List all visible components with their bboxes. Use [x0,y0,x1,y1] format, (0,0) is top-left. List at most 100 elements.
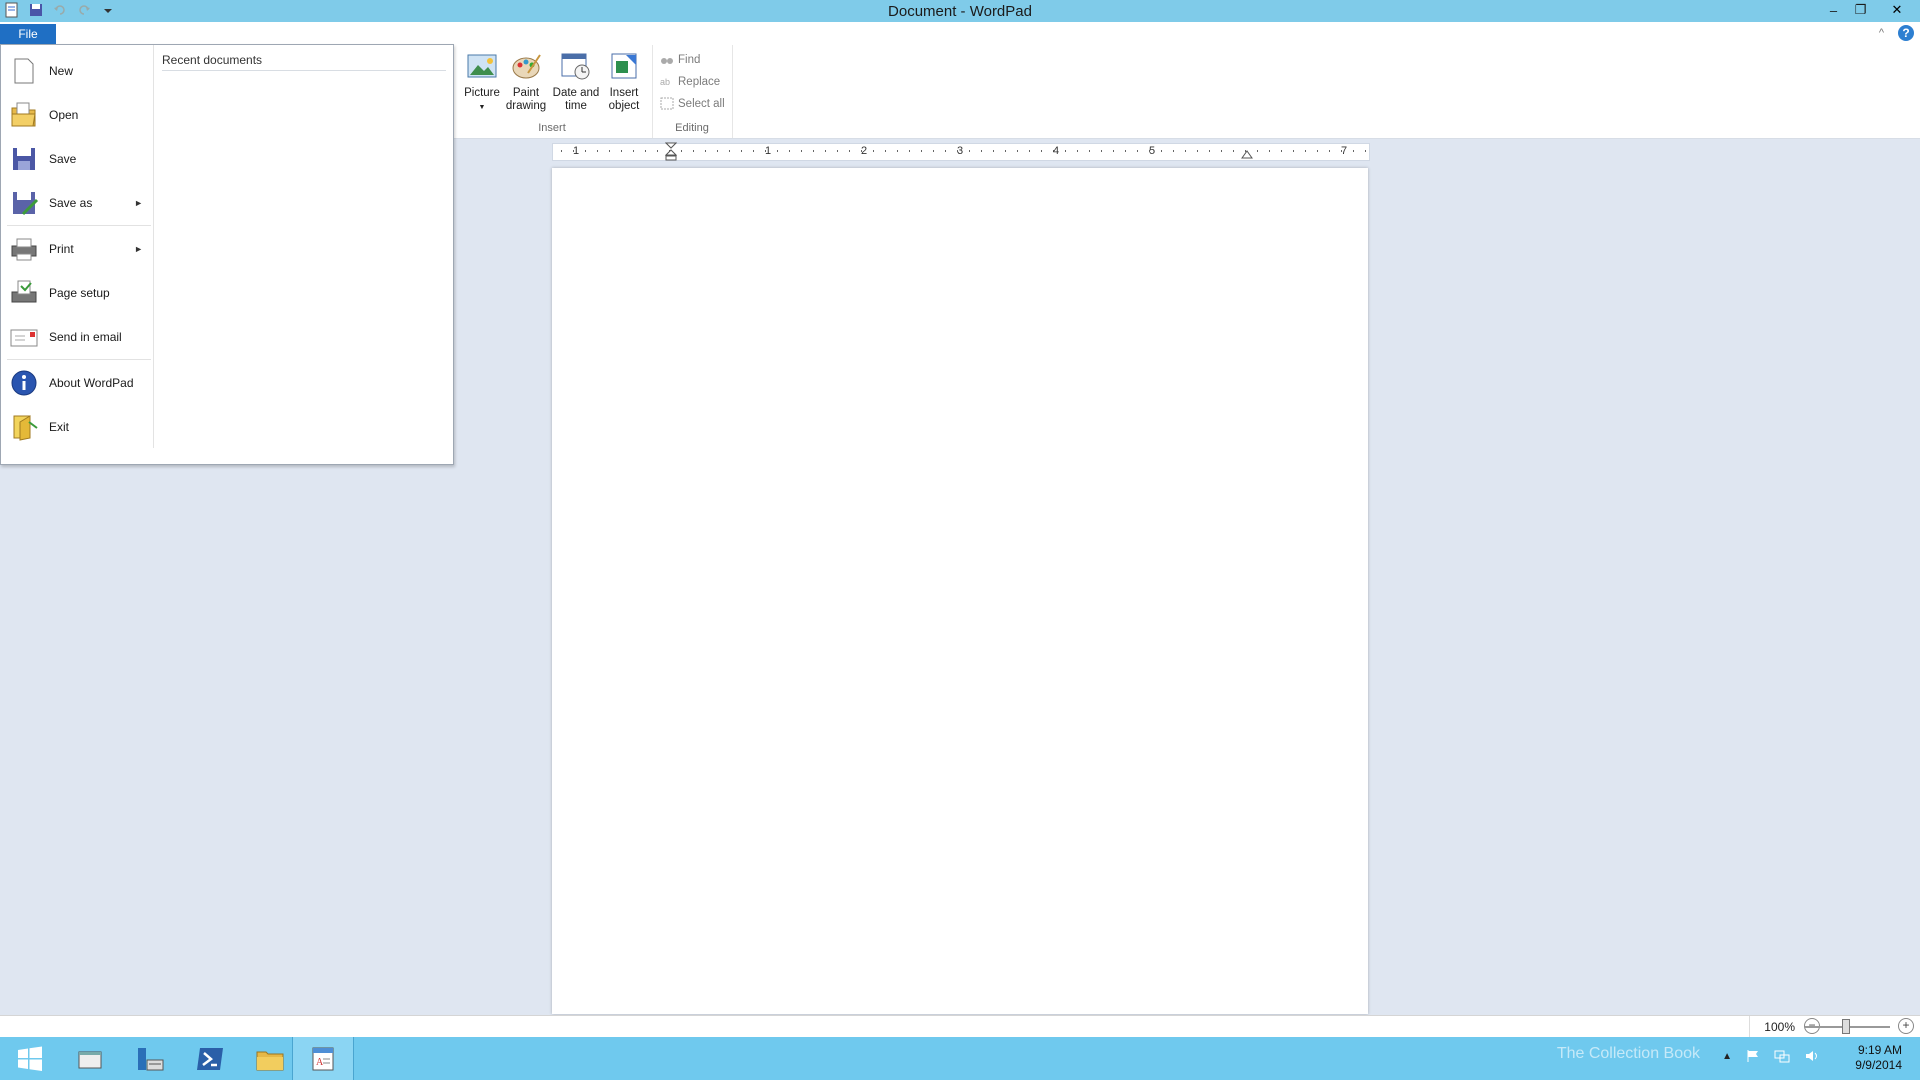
ruler-tick [813,150,814,152]
ruler-tick [801,150,802,152]
ruler[interactable]: 1 1 2 3 4 5 7 [552,142,1370,162]
insert-object-button[interactable]: Insert object [602,51,646,113]
svg-text:ab: ab [660,77,670,87]
title-bar: Document - WordPad – ❐ ✕ [0,0,1920,22]
menu-item-new[interactable]: New [1,51,151,91]
printer-icon [11,238,37,261]
folder-icon [256,1051,284,1070]
ruler-tick [1329,150,1330,152]
ruler-tick [1353,150,1354,152]
menu-item-label: About WordPad [49,376,134,390]
ruler-number: 7 [1341,145,1348,157]
replace-label: Replace [678,75,721,88]
ruler-tick [1077,150,1078,152]
recent-divider [162,70,446,71]
ruler-tick [585,150,586,152]
paint-palette-icon [512,54,541,79]
clock[interactable]: 9:19 AM 9/9/2014 [1855,1043,1902,1073]
windows-logo-icon [18,1046,42,1071]
ruler-tick [1065,150,1066,152]
paint-drawing-button[interactable]: Paint drawing [504,51,548,113]
ruler-tick [1017,150,1018,152]
menu-item-page-setup[interactable]: Page setup [1,273,151,313]
menu-item-open[interactable]: Open [1,95,151,135]
help-icon[interactable]: ? [1898,25,1914,41]
menu-item-send-in-email[interactable]: Send in email [1,317,151,357]
taskbar-file-explorer[interactable] [240,1037,300,1080]
picture-dropdown-icon[interactable]: ▼ [479,104,486,111]
ruler-tick [621,150,622,152]
zoom-slider-thumb[interactable] [1842,1019,1850,1034]
restore-button[interactable]: ❐ [1847,0,1874,20]
ruler-tick [1005,150,1006,152]
menu-separator [7,359,151,360]
right-indent-marker-icon[interactable] [1241,147,1253,159]
menu-item-about[interactable]: About WordPad [1,363,151,403]
file-menu: New Open Save Save as ► Print ► Page set… [0,44,454,465]
select-all-icon [660,97,674,110]
flag-icon[interactable] [1746,1049,1760,1063]
collapse-ribbon-icon[interactable]: ^ [1879,27,1884,39]
ruler-tick [1221,150,1222,152]
status-divider [1749,1016,1750,1038]
taskbar-explorer-windows[interactable] [60,1037,120,1080]
menu-item-label: Exit [49,420,70,434]
ruler-tick [1137,150,1138,152]
ruler-tick [633,150,634,152]
replace-button[interactable]: ab Replace [660,75,720,88]
page-setup-icon [11,280,37,303]
find-label: Find [678,53,701,66]
ruler-tick [1173,150,1174,152]
taskbar-server-manager[interactable] [120,1037,180,1080]
ruler-tick [945,150,946,152]
ruler-tick [1365,150,1366,152]
ruler-tick [825,150,826,152]
ruler-number: 4 [1053,145,1060,157]
minimize-button[interactable]: – [1820,0,1847,20]
close-button[interactable]: ✕ [1874,0,1920,20]
ruler-number: 1 [765,145,772,157]
menu-item-print[interactable]: Print ► [1,229,151,269]
menu-item-save-as[interactable]: Save as ► [1,183,151,223]
ruler-tick [837,150,838,152]
volume-icon[interactable] [1804,1049,1820,1063]
document-page[interactable] [552,168,1368,1014]
menu-item-save[interactable]: Save [1,139,151,179]
ribbon-tab-strip: ^ ? [0,22,1920,46]
ruler-tick [921,150,922,152]
insert-group-label: Insert [538,122,566,134]
select-all-button[interactable]: Select all [660,97,725,110]
select-all-label: Select all [678,97,725,110]
powershell-icon [197,1047,223,1070]
ruler-tick [1161,150,1162,152]
binoculars-icon [661,58,673,64]
recent-documents-title: Recent documents [162,53,263,67]
left-indent-marker-icon[interactable] [665,142,677,162]
date-and-time-button[interactable]: Date and time [550,51,602,113]
wordpad-icon: A [312,1047,334,1070]
taskbar-wordpad[interactable]: A [292,1037,354,1080]
start-button[interactable] [0,1037,60,1080]
ruler-tick [705,150,706,152]
ruler-tick [1317,150,1318,152]
ruler-tick [561,150,562,152]
submenu-arrow-icon: ► [134,198,143,208]
replace-icon: ab [660,77,670,87]
ruler-tick [729,150,730,152]
zoom-in-button[interactable]: + [1898,1018,1914,1034]
show-hidden-icons-icon[interactable]: ▲ [1722,1051,1732,1062]
menu-item-exit[interactable]: Exit [1,407,151,447]
picture-button[interactable]: Picture ▼ [460,51,504,114]
network-icon[interactable] [1774,1049,1790,1063]
ruler-tick [909,150,910,152]
menu-item-label: Send in email [49,330,122,344]
ruler-tick [1089,150,1090,152]
ruler-tick [1293,150,1294,152]
ruler-tick [645,150,646,152]
find-button[interactable]: Find [660,53,700,66]
windows-explorer-icon [78,1051,102,1068]
ruler-number: 3 [957,145,964,157]
file-tab[interactable]: File [0,24,56,44]
ruler-tick [969,150,970,152]
taskbar-powershell[interactable] [180,1037,240,1080]
